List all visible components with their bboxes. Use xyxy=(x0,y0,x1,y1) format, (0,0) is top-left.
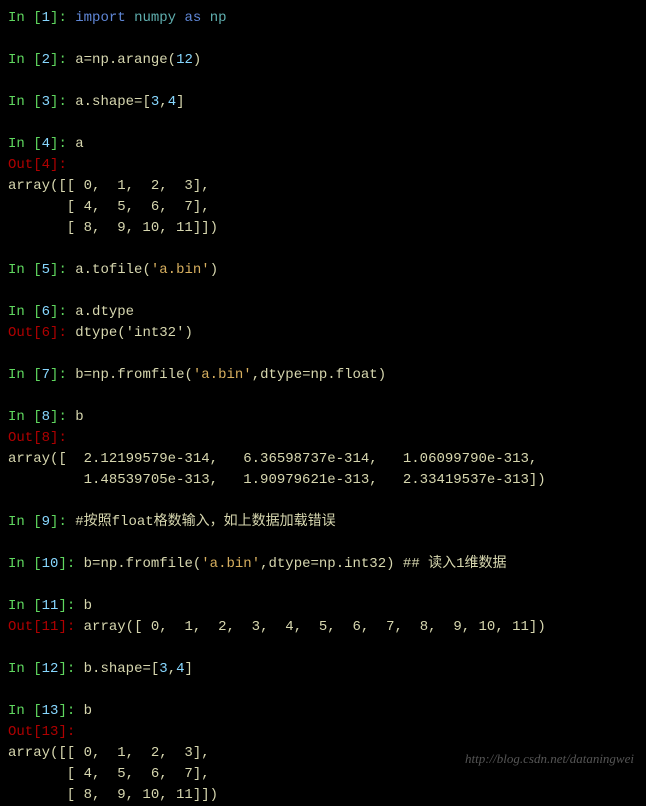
output-line xyxy=(8,680,638,701)
input-cell: In [9]: #按照float格数输入，如上数据加载错误 xyxy=(8,512,638,533)
output-line xyxy=(8,239,638,260)
prompt-number: 3 xyxy=(42,94,50,110)
input-cell: In [4]: a xyxy=(8,134,638,155)
output-cell: Out[13]: xyxy=(8,722,638,743)
input-cell: In [10]: b=np.fromfile('a.bin',dtype=np.… xyxy=(8,554,638,575)
output-line xyxy=(8,113,638,134)
prompt-number: 11 xyxy=(42,598,59,614)
output-line xyxy=(8,575,638,596)
prompt-number: 8 xyxy=(42,409,50,425)
input-cell: In [13]: b xyxy=(8,701,638,722)
prompt-number: 9 xyxy=(42,514,50,530)
output-line xyxy=(8,344,638,365)
input-cell: In [7]: b=np.fromfile('a.bin',dtype=np.f… xyxy=(8,365,638,386)
prompt-number: 12 xyxy=(42,661,59,677)
output-line xyxy=(8,638,638,659)
output-line xyxy=(8,386,638,407)
output-cell: Out[11]: array([ 0, 1, 2, 3, 4, 5, 6, 7,… xyxy=(8,617,638,638)
input-cell: In [12]: b.shape=[3,4] xyxy=(8,659,638,680)
prompt-number: 2 xyxy=(42,52,50,68)
output-line xyxy=(8,533,638,554)
input-cell: In [11]: b xyxy=(8,596,638,617)
input-cell: In [5]: a.tofile('a.bin') xyxy=(8,260,638,281)
output-cell: Out[8]: xyxy=(8,428,638,449)
input-cell: In [1]: import numpy as np xyxy=(8,8,638,29)
prompt-number: 1 xyxy=(42,10,50,26)
prompt-number: 13 xyxy=(42,724,59,740)
prompt-number: 5 xyxy=(42,262,50,278)
output-line: array([[ 0, 1, 2, 3], xyxy=(8,176,638,197)
watermark-text: http://blog.csdn.net/dataningwei xyxy=(465,749,634,769)
output-line xyxy=(8,491,638,512)
input-cell: In [2]: a=np.arange(12) xyxy=(8,50,638,71)
output-line: [ 4, 5, 6, 7], xyxy=(8,197,638,218)
output-line xyxy=(8,29,638,50)
output-line: array([ 2.12199579e-314, 6.36598737e-314… xyxy=(8,449,638,470)
prompt-number: 4 xyxy=(42,136,50,152)
prompt-number: 8 xyxy=(42,430,50,446)
output-line: [ 8, 9, 10, 11]]) xyxy=(8,218,638,239)
prompt-number: 11 xyxy=(42,619,59,635)
output-line xyxy=(8,281,638,302)
output-line: 1.48539705e-313, 1.90979621e-313, 2.3341… xyxy=(8,470,638,491)
output-line: [ 8, 9, 10, 11]]) xyxy=(8,785,638,806)
output-cell: Out[6]: dtype('int32') xyxy=(8,323,638,344)
prompt-number: 4 xyxy=(42,157,50,173)
ipython-terminal[interactable]: In [1]: import numpy as np In [2]: a=np.… xyxy=(8,8,638,806)
input-cell: In [8]: b xyxy=(8,407,638,428)
prompt-number: 6 xyxy=(42,325,50,341)
prompt-number: 6 xyxy=(42,304,50,320)
input-cell: In [6]: a.dtype xyxy=(8,302,638,323)
input-cell: In [3]: a.shape=[3,4] xyxy=(8,92,638,113)
output-cell: Out[4]: xyxy=(8,155,638,176)
prompt-number: 10 xyxy=(42,556,59,572)
output-line xyxy=(8,71,638,92)
prompt-number: 7 xyxy=(42,367,50,383)
prompt-number: 13 xyxy=(42,703,59,719)
